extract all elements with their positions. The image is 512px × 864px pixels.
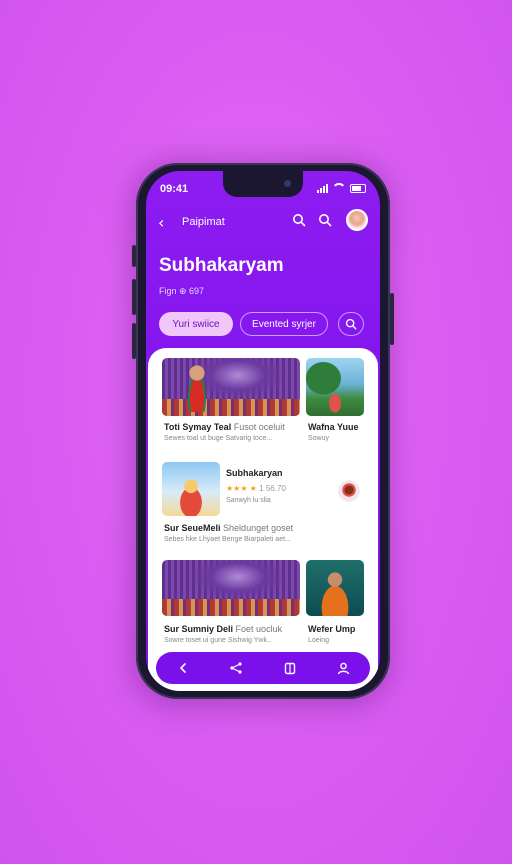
volume-down-button	[132, 323, 136, 359]
battery-icon	[350, 184, 366, 193]
card-thumbnail[interactable]	[162, 560, 300, 616]
top-bar: ‹ Paipimat	[146, 209, 380, 235]
power-button	[390, 293, 394, 345]
bookmark-icon[interactable]	[278, 656, 302, 680]
chevron-left-icon[interactable]: ‹	[158, 213, 164, 232]
app-screen: 09:41 ‹ Paipimat Subhakaryam Fign ⊕ 697 …	[146, 171, 380, 691]
card-title[interactable]: Sur SeueMeli Sheldunget goset	[164, 523, 293, 533]
search-chip-button[interactable]	[338, 312, 364, 336]
filter-chip-active[interactable]: Yuri swiice	[159, 312, 233, 336]
search-icon	[345, 318, 357, 330]
profile-icon[interactable]	[331, 656, 355, 680]
wifi-icon	[332, 183, 346, 193]
app-name: Paipimat	[182, 216, 225, 228]
card-description: Sebes hke Lhyaet Benge Biarpaleti aet...	[164, 536, 291, 543]
page-subtitle: Fign ⊕ 697	[159, 286, 205, 296]
status-icons	[317, 183, 366, 193]
card-thumbnail[interactable]	[306, 358, 364, 416]
search-icon[interactable]	[292, 213, 306, 227]
bottom-nav	[156, 652, 370, 684]
card-title[interactable]: Subhakaryan	[226, 468, 283, 478]
card-title[interactable]: Wefer Ump	[308, 624, 355, 634]
card-thumbnail[interactable]	[162, 462, 220, 516]
card-description: Sanwyh lu slia	[226, 497, 271, 504]
notch	[223, 171, 303, 197]
card-title[interactable]: Wafna Yuue	[308, 422, 359, 432]
card-description: Sewes toal ut buge Satvarig toce...	[164, 435, 273, 442]
avatar[interactable]	[346, 209, 368, 231]
card-description: Sowre toset ui gune Sishwig Ywk...	[164, 637, 273, 644]
filter-chip[interactable]: Evented syrjer	[240, 312, 328, 336]
rating: ★★★ ★ 1 56.70	[226, 484, 286, 493]
page-title: Subhakaryam	[159, 255, 284, 276]
status-time: 09:41	[160, 183, 189, 195]
card-thumbnail[interactable]	[306, 560, 364, 616]
phone-frame: 09:41 ‹ Paipimat Subhakaryam Fign ⊕ 697 …	[132, 163, 394, 699]
card-title[interactable]: Sur Sumniy Deli Foet uocluk	[164, 624, 282, 634]
card-description: Loeing	[308, 637, 330, 644]
card-description: Sowuy	[308, 435, 330, 442]
side-button	[132, 245, 136, 267]
share-icon[interactable]	[224, 656, 248, 680]
camera	[284, 180, 291, 187]
signal-icon	[317, 184, 328, 193]
card-title[interactable]: Toti Symay Teal Fusot oceluit	[164, 422, 285, 432]
content-sheet: Toti Symay Teal Fusot oceluit Sewes toal…	[148, 348, 378, 691]
avatar[interactable]	[338, 480, 360, 502]
search-icon-secondary[interactable]	[318, 213, 332, 227]
back-icon[interactable]	[171, 656, 195, 680]
volume-up-button	[132, 279, 136, 315]
card-thumbnail[interactable]	[162, 358, 300, 416]
